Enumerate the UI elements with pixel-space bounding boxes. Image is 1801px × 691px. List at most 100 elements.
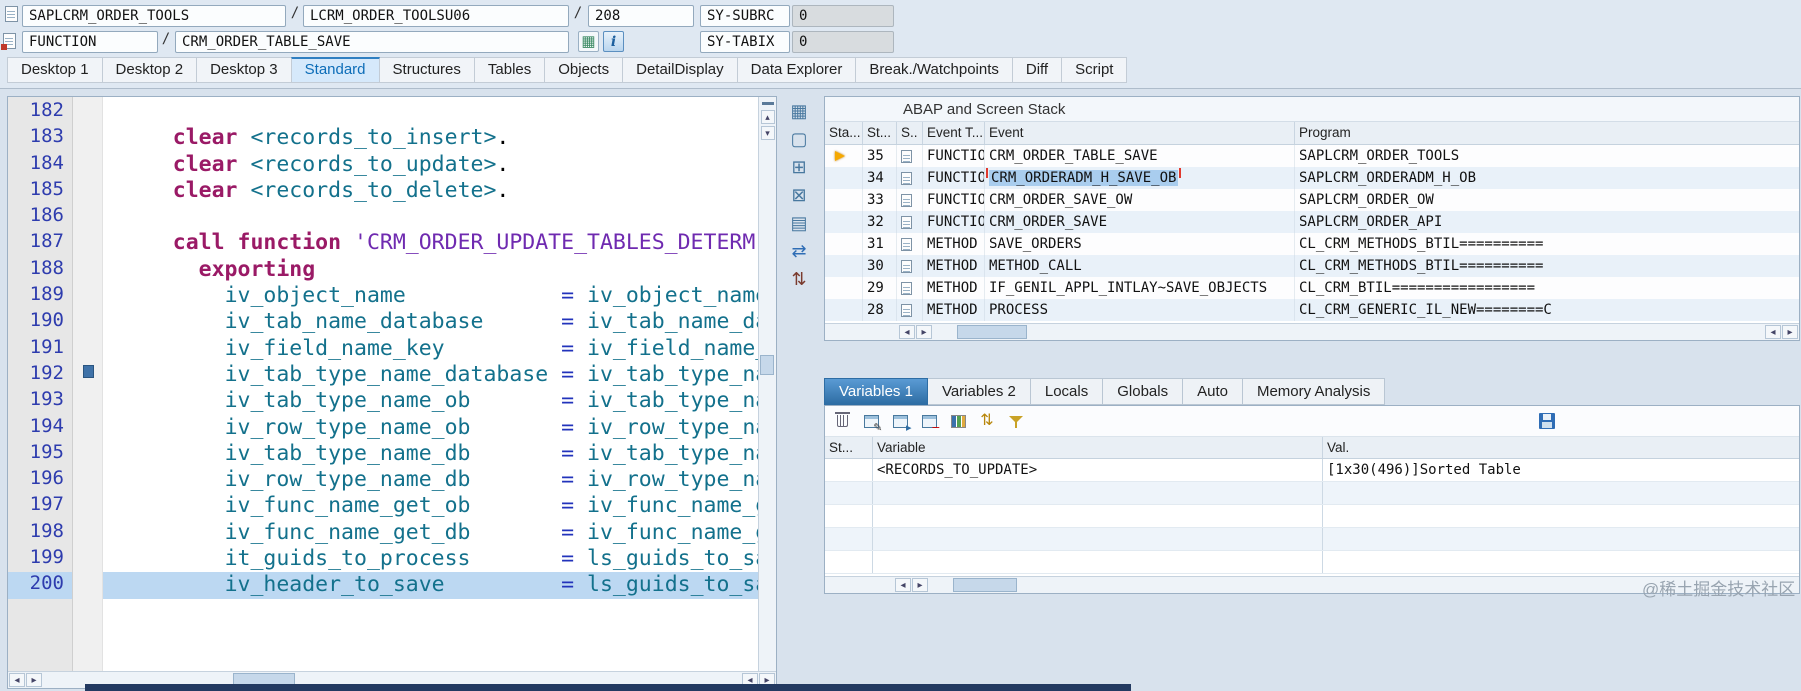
line-number-190[interactable]: 190: [8, 309, 72, 335]
code-line-198[interactable]: iv_func_name_get_db = iv_func_name_g: [121, 520, 758, 546]
remove-rows-icon[interactable]: −: [919, 411, 941, 433]
stack-column-header-s[interactable]: S..: [897, 122, 923, 144]
tab-desktop-2[interactable]: Desktop 2: [101, 57, 198, 83]
stack-event-cell[interactable]: CRM_ORDER_SAVE_OW: [985, 189, 1295, 211]
split-view-handle[interactable]: [761, 102, 774, 105]
horizontal-scroll-thumb[interactable]: [953, 578, 1017, 592]
vertical-scroll-thumb[interactable]: [760, 355, 774, 375]
variables-column-header-val[interactable]: Val.: [1323, 437, 1799, 458]
line-number-189[interactable]: 189: [8, 283, 72, 309]
export-table-icon[interactable]: ▸: [890, 411, 912, 433]
tab-globals[interactable]: Globals: [1102, 378, 1184, 405]
line-number-191[interactable]: 191: [8, 336, 72, 362]
delete-variable-icon[interactable]: [832, 411, 852, 431]
save-layout-icon[interactable]: [1537, 411, 1557, 431]
scroll-left-icon[interactable]: [9, 673, 25, 687]
scroll-left-icon[interactable]: [895, 578, 911, 592]
sy-tabix-label-field[interactable]: SY-TABIX: [700, 31, 790, 53]
line-number-field[interactable]: 208: [588, 5, 694, 27]
info-button[interactable]: [603, 31, 624, 52]
tab-objects[interactable]: Objects: [544, 57, 624, 83]
tab-variables-2[interactable]: Variables 2: [926, 378, 1031, 405]
tab-auto[interactable]: Auto: [1182, 378, 1243, 405]
filter-icon[interactable]: [1006, 411, 1026, 431]
line-number-183[interactable]: 183: [8, 125, 72, 151]
sort-tool-icon[interactable]: ⇅: [787, 268, 811, 290]
program-field[interactable]: SAPLCRM_ORDER_TOOLS: [22, 5, 286, 27]
code-line-200[interactable]: iv_header_to_save = ls_guids_to_sa: [103, 572, 758, 599]
stack-event-cell[interactable]: PROCESS: [985, 299, 1295, 321]
scroll-left-icon[interactable]: [1765, 325, 1781, 339]
tab-desktop-3[interactable]: Desktop 3: [196, 57, 292, 83]
columns-icon[interactable]: [948, 411, 968, 431]
variable-name-cell[interactable]: [873, 482, 1323, 504]
sy-subrc-label-field[interactable]: SY-SUBRC: [700, 5, 790, 27]
stack-row-31[interactable]: 31 METHOD SAVE_ORDERS CL_CRM_METHODS_BTIL==…: [825, 233, 1799, 255]
code-line-190[interactable]: iv_tab_name_database = iv_tab_name_da: [121, 309, 758, 335]
tab-desktop-1[interactable]: Desktop 1: [7, 57, 103, 83]
stack-row-28[interactable]: 28 METHOD PROCESS CL_CRM_GENERIC_IL_NEW====…: [825, 299, 1799, 321]
tab-detaildisplay[interactable]: DetailDisplay: [622, 57, 738, 83]
stack-column-header-event-t[interactable]: Event T...: [923, 122, 985, 144]
stack-event-cell[interactable]: CRM_ORDERADM_H_SAVE_OB: [985, 167, 1295, 189]
tab-data-explorer[interactable]: Data Explorer: [736, 57, 857, 83]
tab-variables-1[interactable]: Variables 1: [824, 378, 928, 405]
code-line-188[interactable]: exporting: [121, 257, 758, 283]
line-number-184[interactable]: 184: [8, 152, 72, 178]
edit-table-icon[interactable]: ✎: [861, 411, 883, 433]
line-number-200[interactable]: 200: [8, 572, 72, 599]
variable-name-cell[interactable]: [873, 551, 1323, 573]
line-number-198[interactable]: 198: [8, 520, 72, 546]
table-tool-icon[interactable]: ▤: [787, 212, 811, 234]
code-line-187[interactable]: call function 'CRM_ORDER_UPDATE_TABLES_D…: [121, 230, 758, 256]
line-number-195[interactable]: 195: [8, 441, 72, 467]
selected-event-cell[interactable]: CRM_ORDERADM_H_SAVE_OB: [985, 168, 1182, 186]
code-line-196[interactable]: iv_row_type_name_db = iv_row_type_na: [121, 467, 758, 493]
scroll-left-icon[interactable]: [899, 325, 915, 339]
scroll-right-icon[interactable]: [1782, 325, 1798, 339]
variable-name-cell[interactable]: [873, 505, 1323, 527]
variable-value-cell[interactable]: [1323, 528, 1799, 550]
line-number-186[interactable]: 186: [8, 204, 72, 230]
code-line-185[interactable]: clear <records_to_delete>.: [121, 178, 758, 204]
line-number-196[interactable]: 196: [8, 467, 72, 493]
stack-event-cell[interactable]: CRM_ORDER_SAVE: [985, 211, 1295, 233]
line-number-199[interactable]: 199: [8, 546, 72, 572]
tab-standard[interactable]: Standard: [290, 57, 380, 83]
code-line-186[interactable]: [121, 204, 758, 230]
line-number-193[interactable]: 193: [8, 388, 72, 414]
tab-tables[interactable]: Tables: [473, 57, 546, 83]
variable-row[interactable]: [825, 528, 1799, 551]
stack-column-header-st[interactable]: St...: [863, 122, 897, 144]
stack-row-33[interactable]: 33 FUNCTIO CRM_ORDER_SAVE_OW SAPLCRM_ORDER_…: [825, 189, 1799, 211]
replace-tool-icon[interactable]: ▦: [787, 100, 811, 122]
variable-value-cell[interactable]: [1323, 551, 1799, 573]
line-number-182[interactable]: 182: [8, 99, 72, 125]
variable-value-cell[interactable]: [1x30(496)]Sorted Table: [1323, 459, 1799, 481]
code-line-199[interactable]: it_guids_to_process = ls_guids_to_sa: [121, 546, 758, 572]
variable-row[interactable]: [825, 551, 1799, 574]
line-number-188[interactable]: 188: [8, 257, 72, 283]
stack-column-header-sta[interactable]: Sta...: [825, 122, 863, 144]
stack-column-header-program[interactable]: Program: [1295, 122, 1799, 144]
stack-column-header-event[interactable]: Event: [985, 122, 1295, 144]
splitter-handle[interactable]: [83, 365, 94, 378]
tab-memory-analysis[interactable]: Memory Analysis: [1241, 378, 1386, 405]
code-line-195[interactable]: iv_tab_type_name_db = iv_tab_type_na: [121, 441, 758, 467]
stack-event-cell[interactable]: CRM_ORDER_TABLE_SAVE: [985, 145, 1295, 167]
stack-event-cell[interactable]: IF_GENIL_APPL_INTLAY~SAVE_OBJECTS: [985, 277, 1295, 299]
line-number-185[interactable]: 185: [8, 178, 72, 204]
display-object-button[interactable]: [578, 31, 599, 52]
scroll-right-icon[interactable]: [916, 325, 932, 339]
stack-event-cell[interactable]: SAVE_ORDERS: [985, 233, 1295, 255]
line-number-192[interactable]: 192: [8, 362, 72, 388]
new-tool-icon[interactable]: ▢: [787, 128, 811, 150]
variable-name-cell[interactable]: [873, 528, 1323, 550]
tab-break-watchpoints[interactable]: Break./Watchpoints: [855, 57, 1013, 83]
line-number-197[interactable]: 197: [8, 493, 72, 519]
code-line-192[interactable]: iv_tab_type_name_database = iv_tab_type_…: [121, 362, 758, 388]
code-line-193[interactable]: iv_tab_type_name_ob = iv_tab_type_na: [121, 388, 758, 414]
close-tool-icon[interactable]: ⊠: [787, 184, 811, 206]
sort-values-icon[interactable]: ⇅: [977, 411, 997, 431]
variable-value-cell[interactable]: [1323, 482, 1799, 504]
